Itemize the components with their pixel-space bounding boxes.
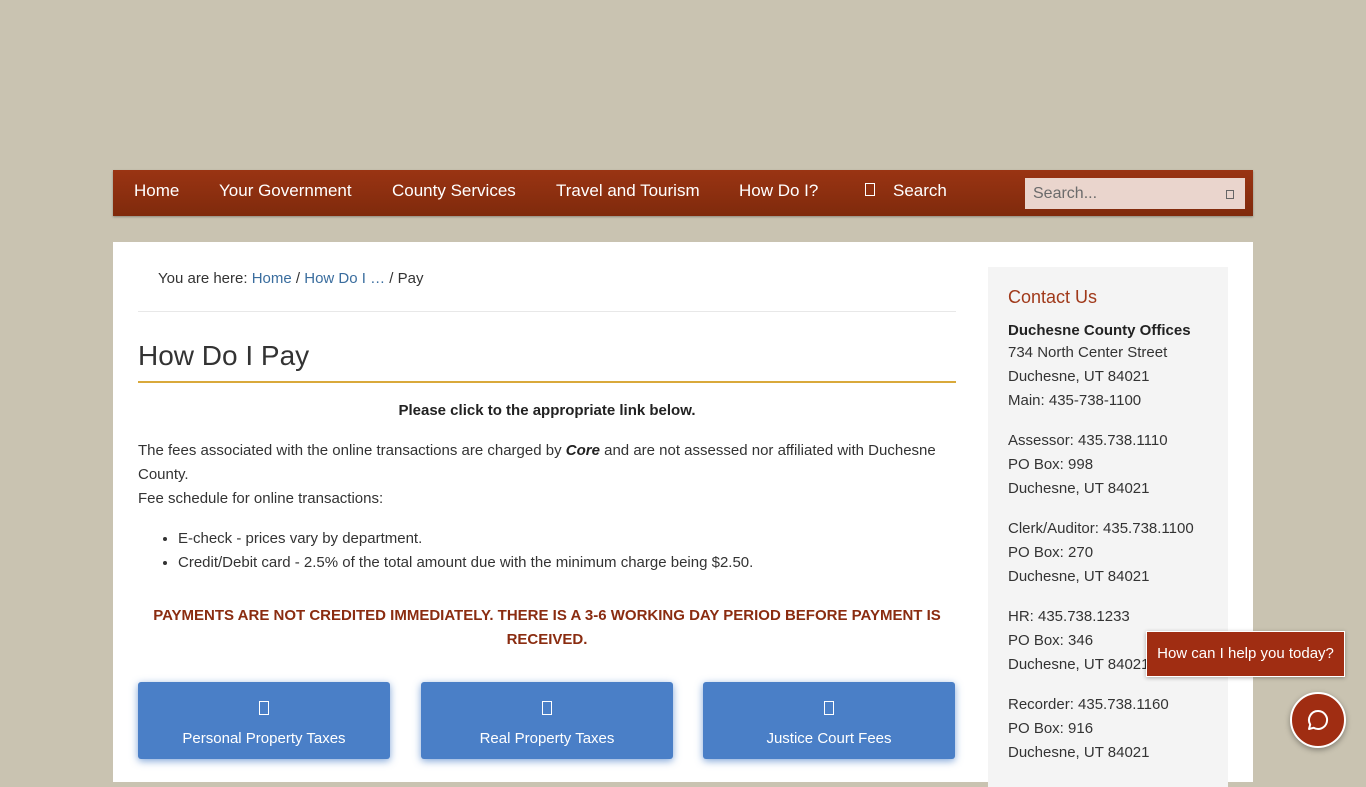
nav-search-box: [1025, 178, 1245, 209]
contact-line: PO Box: 270: [1008, 544, 1094, 561]
contact-line: HR: 435.738.1233: [1008, 608, 1130, 625]
fees-provider: Core: [565, 442, 600, 459]
breadcrumb-how-do-i-link[interactable]: How Do I …: [304, 270, 385, 287]
contact-line: Duchesne, UT 84021: [1008, 656, 1150, 673]
payment-icon: [542, 701, 552, 715]
sidebar-title: Contact Us: [1008, 287, 1098, 307]
office-line: Duchesne, UT 84021: [1008, 368, 1150, 385]
payment-icon: [259, 701, 269, 715]
nav-your-government[interactable]: Your Government: [219, 170, 352, 216]
search-input[interactable]: [1025, 178, 1226, 209]
main-navigation: Home Your Government County Services Tra…: [113, 170, 1253, 216]
justice-court-fees-button[interactable]: Justice Court Fees: [703, 682, 955, 759]
personal-property-taxes-button[interactable]: Personal Property Taxes: [138, 682, 390, 759]
list-item: Credit/Debit card - 2.5% of the total am…: [178, 551, 753, 575]
fee-schedule-heading: Fee schedule for online transactions:: [138, 490, 384, 507]
contact-line: PO Box: 346: [1008, 632, 1094, 649]
contact-line: PO Box: 998: [1008, 456, 1094, 473]
breadcrumb-current: Pay: [397, 270, 424, 287]
assessor-contact: Assessor: 435.738.1110 PO Box: 998 Duche…: [1008, 429, 1168, 501]
nav-search[interactable]: Search: [865, 170, 947, 216]
divider: [138, 311, 956, 312]
button-label: Justice Court Fees: [766, 730, 892, 747]
recorder-contact: Recorder: 435.738.1160 PO Box: 916 Duche…: [1008, 693, 1169, 765]
nav-how-do-i[interactable]: How Do I?: [739, 170, 818, 216]
contact-line: Assessor: 435.738.1110: [1008, 432, 1168, 449]
office-line: Main: 435-738-1100: [1008, 392, 1142, 409]
search-submit-button[interactable]: [1223, 186, 1237, 200]
fees-paragraph: The fees associated with the online tran…: [138, 439, 956, 511]
main-content: You are here: Home / How Do I … / Pay Ho…: [113, 242, 1253, 787]
breadcrumb-prefix: You are here:: [158, 270, 248, 287]
payment-warning: PAYMENTS ARE NOT CREDITED IMMEDIATELY. T…: [153, 607, 941, 648]
contact-line: Duchesne, UT 84021: [1008, 480, 1150, 497]
contact-sidebar: Contact Us Duchesne County Offices 734 N…: [988, 267, 1228, 787]
hr-contact: HR: 435.738.1233 PO Box: 346 Duchesne, U…: [1008, 605, 1149, 677]
clerk-contact: Clerk/Auditor: 435.738.1100 PO Box: 270 …: [1008, 517, 1194, 589]
fees-text-before: The fees associated with the online tran…: [138, 442, 562, 459]
contact-line: Duchesne, UT 84021: [1008, 568, 1150, 585]
contact-line: Duchesne, UT 84021: [1008, 744, 1150, 761]
chat-launcher-button[interactable]: [1290, 692, 1346, 748]
real-property-taxes-button[interactable]: Real Property Taxes: [421, 682, 673, 759]
office-name: Duchesne County Offices: [1008, 322, 1191, 339]
contact-line: Recorder: 435.738.1160: [1008, 696, 1169, 713]
chat-prompt-bubble[interactable]: How can I help you today?: [1146, 631, 1345, 677]
button-label: Personal Property Taxes: [182, 730, 346, 747]
office-line: 734 North Center Street: [1008, 344, 1168, 361]
payment-icon: [824, 701, 834, 715]
page-title: How Do I Pay: [138, 340, 310, 371]
breadcrumb-separator: /: [389, 270, 394, 287]
breadcrumb: You are here: Home / How Do I … / Pay: [158, 270, 423, 287]
breadcrumb-home-link[interactable]: Home: [252, 270, 292, 287]
nav-search-label: Search: [893, 181, 947, 200]
breadcrumb-separator: /: [295, 270, 301, 287]
nav-county-services[interactable]: County Services: [392, 170, 516, 216]
contact-line: Clerk/Auditor: 435.738.1100: [1008, 520, 1194, 537]
chat-icon: [1308, 709, 1329, 730]
button-label: Real Property Taxes: [479, 730, 615, 747]
nav-travel-and-tourism[interactable]: Travel and Tourism: [556, 170, 700, 216]
nav-home[interactable]: Home: [134, 170, 179, 216]
search-icon: [1226, 190, 1234, 199]
instruction-text: Please click to the appropriate link bel…: [398, 402, 696, 419]
office-contact: Duchesne County Offices 734 North Center…: [1008, 321, 1191, 413]
list-item: E-check - prices vary by department.: [178, 527, 753, 551]
contact-line: PO Box: 916: [1008, 720, 1094, 737]
fee-list: E-check - prices vary by department. Cre…: [138, 527, 753, 575]
title-divider: [138, 381, 956, 383]
search-icon: [865, 183, 875, 197]
